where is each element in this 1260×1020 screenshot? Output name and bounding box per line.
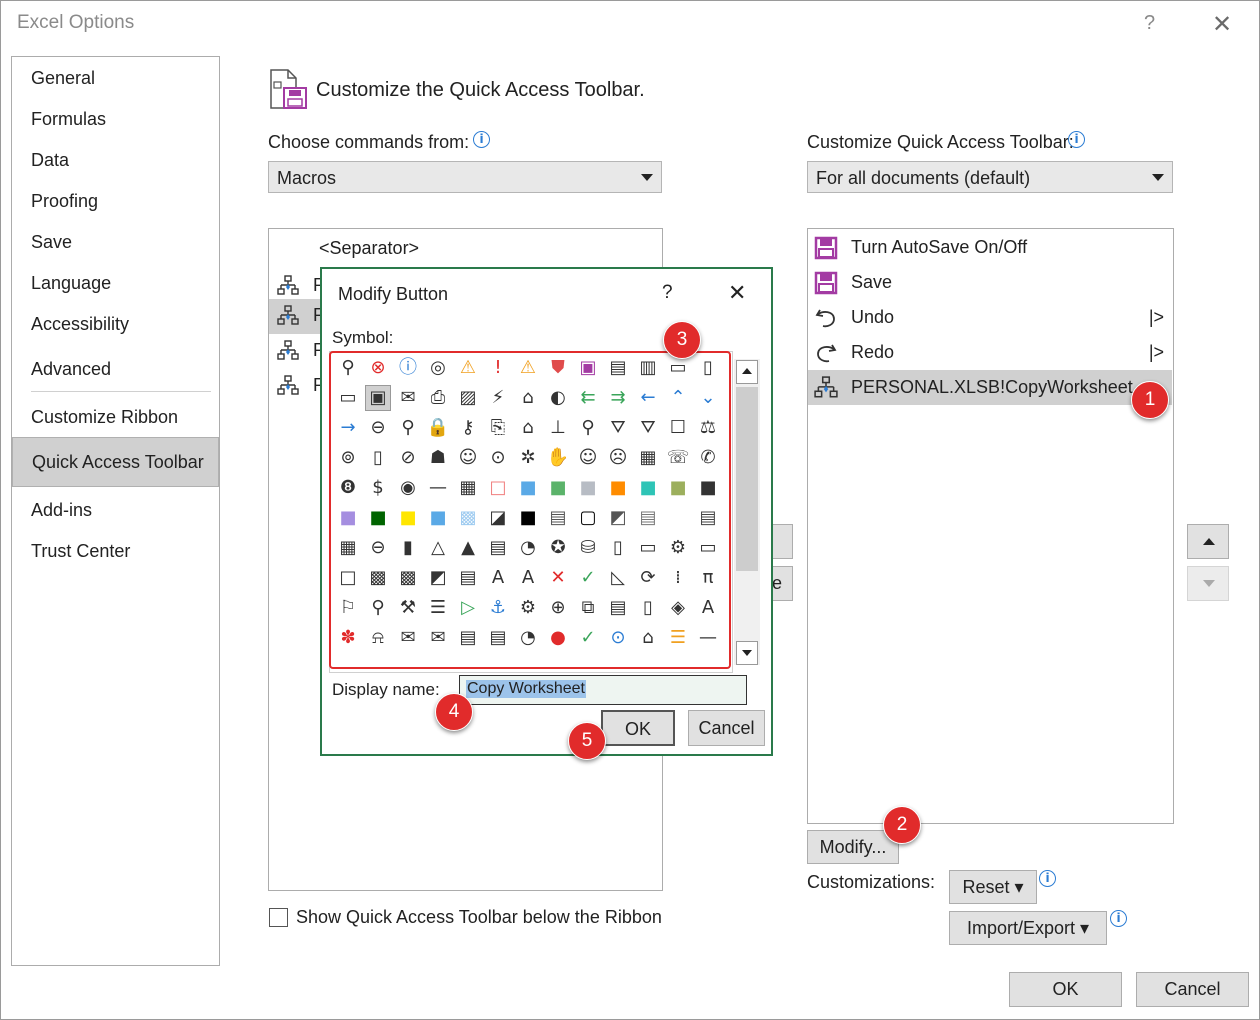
page-title: Customize the Quick Access Toolbar. [316,79,645,101]
macro-icon [277,305,299,325]
choose-commands-label: Choose commands from: [268,132,470,152]
display-name-label: Display name: [332,680,440,699]
qat-item-undo[interactable]: Undo |> [808,300,1172,335]
qat-item-label: Turn AutoSave On/Off [851,237,1028,257]
nav-item-formulas[interactable]: Formulas [12,99,219,139]
customize-qat-label: Customize Quick Access Toolbar: [807,132,1074,152]
dialog-help-icon[interactable]: ? [662,282,673,304]
scroll-up-button[interactable] [736,360,758,384]
qat-item-label: PERSONAL.XLSB!CopyWorksheet [851,377,1133,397]
modify-button-dialog: Modify Button ? ✕ Symbol: ⚲ ⊗ ⓘ ◎ ⚠! ⚠ ⛊ ▣ ▤ ▥ ▭ ▯ ▭… [320,267,773,756]
info-icon[interactable]: i [1110,910,1127,927]
chevron-down-icon [641,174,653,181]
close-icon[interactable]: ✕ [1212,10,1232,39]
customize-qat-dropdown[interactable]: For all documents (default) [807,161,1173,193]
info-icon[interactable]: i [1068,131,1085,148]
choose-commands-value: Macros [277,168,337,188]
nav-item-quick-access-toolbar[interactable]: Quick Access Toolbar [12,437,219,487]
dialog-close-icon[interactable]: ✕ [728,280,746,306]
list-item-selected[interactable]: P [269,299,325,334]
scroll-down-button[interactable] [736,641,758,665]
save-purple-icon [814,236,838,260]
symbol-label: Symbol: [332,328,394,347]
show-below-ribbon-label: Show Quick Access Toolbar below the Ribb… [296,907,662,927]
list-item[interactable]: P [269,369,325,404]
import-export-button[interactable]: Import/Export ▾ [949,911,1107,945]
macro-icon [277,275,299,295]
list-item-separator[interactable]: <Separator> [319,238,419,259]
step-badge-5: 5 [568,722,606,760]
triangle-down-icon [1203,580,1215,587]
quick-access-toolbar-icon [268,68,310,112]
nav-item-advanced[interactable]: Advanced [12,349,219,389]
window-title: Excel Options [17,12,135,33]
qat-item-label: Redo [851,342,895,362]
qat-item-label: Undo [851,307,895,327]
help-icon[interactable]: ? [1144,12,1155,35]
submenu-arrow-icon[interactable]: |> [1149,300,1164,335]
dialog-cancel-button[interactable]: Cancel [688,710,765,746]
choose-commands-dropdown[interactable]: Macros [268,161,662,193]
nav-item-general[interactable]: General [12,58,219,98]
nav-item-customize-ribbon[interactable]: Customize Ribbon [12,397,219,437]
display-name-value: Copy Worksheet [466,680,586,698]
reset-button[interactable]: Reset ▾ [949,870,1037,904]
qat-item-copyworksheet[interactable]: PERSONAL.XLSB!CopyWorksheet [808,370,1172,405]
redo-icon [817,344,837,363]
display-name-input[interactable]: Copy Worksheet [459,675,747,705]
symbol-grid-highlight [329,351,731,669]
ok-button[interactable]: OK [1009,972,1122,1007]
qat-item-redo[interactable]: Redo |> [808,335,1172,370]
submenu-arrow-icon[interactable]: |> [1149,335,1164,370]
nav-item-save[interactable]: Save [12,222,219,262]
nav-item-add-ins[interactable]: Add-ins [12,490,219,530]
dialog-title: Modify Button [338,284,449,304]
nav-item-language[interactable]: Language [12,263,219,303]
show-below-ribbon-checkbox[interactable] [269,908,288,927]
macro-icon [814,376,838,398]
nav-item-accessibility[interactable]: Accessibility [12,304,219,344]
step-badge-1: 1 [1131,381,1169,419]
customize-qat-value: For all documents (default) [816,168,1031,188]
step-badge-4: 4 [435,693,473,731]
step-badge-3: 3 [663,321,701,359]
nav-item-trust-center[interactable]: Trust Center [12,531,219,571]
undo-icon [815,309,835,328]
macro-icon [277,375,299,395]
info-icon[interactable]: i [1039,870,1056,887]
customizations-label: Customizations: [807,872,936,892]
list-item[interactable]: P [269,334,325,369]
triangle-up-icon [1203,538,1215,545]
qat-commands-list[interactable]: Turn AutoSave On/Off Save Undo |> Redo |… [807,228,1174,824]
scroll-thumb[interactable] [736,387,758,571]
step-badge-2: 2 [883,806,921,844]
triangle-down-icon [742,650,752,656]
nav-item-proofing[interactable]: Proofing [12,181,219,221]
qat-item-label: Save [851,272,893,292]
triangle-up-icon [742,368,752,374]
qat-item-save[interactable]: Save [808,265,1172,300]
nav-separator [31,391,211,392]
nav-item-data[interactable]: Data [12,140,219,180]
symbol-scrollbar[interactable] [734,359,760,665]
info-icon[interactable]: i [473,131,490,148]
chevron-down-icon [1152,174,1164,181]
save-purple-icon [814,271,838,295]
dialog-ok-button[interactable]: OK [601,710,675,746]
macro-icon [277,340,299,360]
move-down-button[interactable] [1187,566,1229,601]
options-nav: General Formulas Data Proofing Save Lang… [11,56,220,966]
cancel-button[interactable]: Cancel [1136,972,1249,1007]
qat-item-autosave[interactable]: Turn AutoSave On/Off [808,230,1172,265]
move-up-button[interactable] [1187,524,1229,559]
